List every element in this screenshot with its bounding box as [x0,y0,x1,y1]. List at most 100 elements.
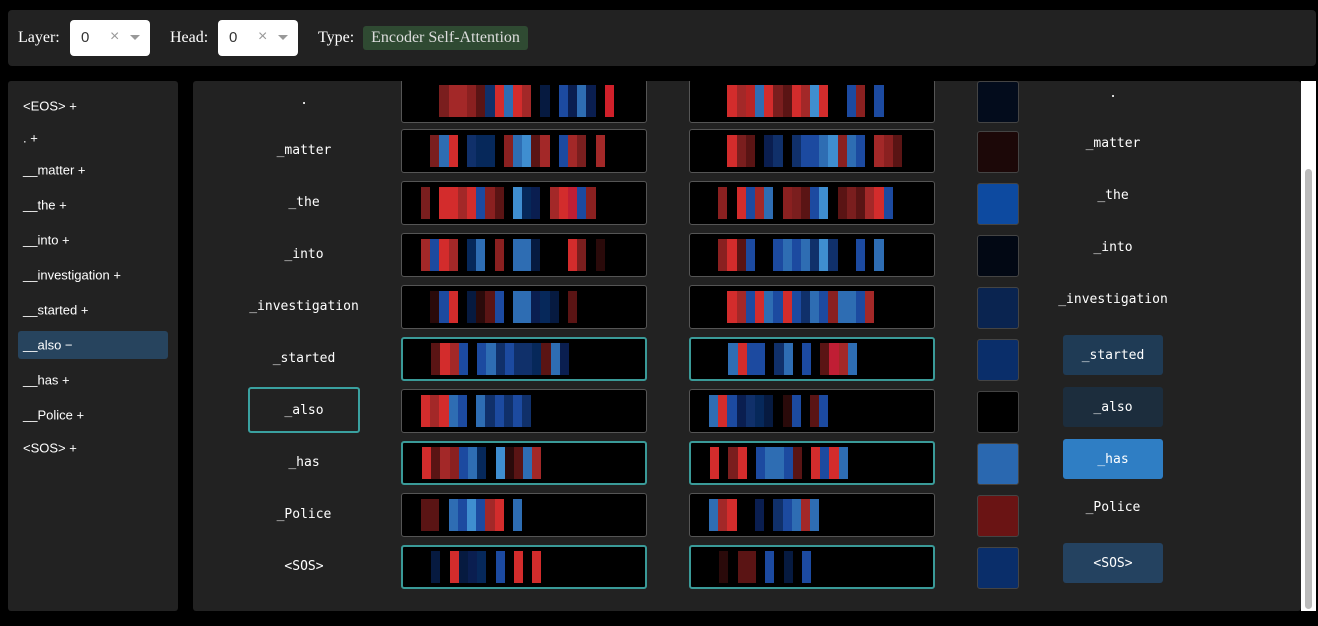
head-select[interactable]: 0 × [218,20,298,56]
sidebar-item-police[interactable]: __Police + [18,401,168,429]
output-token[interactable]: _Police [1063,487,1163,527]
heatmap-cell [801,551,812,583]
output-token[interactable]: <SOS> [1063,543,1163,583]
heatmap-cell [532,343,542,375]
input-token[interactable]: _into [248,231,360,277]
sidebar-item-eos[interactable]: <EOS> + [18,92,168,120]
input-token[interactable]: <SOS> [248,543,360,589]
sidebar-item-started[interactable]: __started + [18,296,168,324]
output-token[interactable]: _the [1063,175,1163,215]
heatmap-cell [709,291,719,323]
query-heatmap[interactable] [401,493,647,537]
query-heatmap[interactable] [401,337,647,381]
heatmap-cell [577,291,587,323]
output-token[interactable]: . [1063,81,1163,113]
sidebar-item-label: __investigation + [23,267,121,283]
heatmap-cell [754,135,765,167]
head-chevron-down-icon[interactable] [278,35,288,40]
sidebar-item-also[interactable]: __also − [18,331,168,359]
query-heatmap[interactable] [401,389,647,433]
heatmap-cell [604,187,614,219]
input-token[interactable]: _Police [248,491,360,537]
heatmap-cell [745,291,755,323]
input-token[interactable]: _started [248,335,360,381]
heatmap-cell [613,135,624,167]
query-heatmap[interactable] [401,545,647,589]
query-heatmap[interactable] [401,285,647,329]
heatmap-cell [504,343,514,375]
input-token[interactable]: _has [248,439,360,485]
key-heatmap[interactable] [689,545,935,589]
head-clear-icon[interactable]: × [258,28,267,46]
sidebar-item-period[interactable]: . + [18,124,168,152]
sidebar-item-matter[interactable]: __matter + [18,156,168,184]
layer-select[interactable]: 0 × [70,20,150,56]
heatmap-cell [736,135,746,167]
key-heatmap[interactable] [689,81,935,123]
sidebar-item-investigation[interactable]: __investigation + [18,261,168,289]
sidebar-item-has[interactable]: __has + [18,366,168,394]
layer-label: Layer: [18,29,60,46]
heatmap-cell [782,499,792,531]
sidebar-item-into[interactable]: __into + [18,226,168,254]
heatmap-cell [736,85,746,117]
key-heatmap[interactable] [689,441,935,485]
heatmap-cell [709,395,719,427]
output-token[interactable]: _investigation [1058,279,1168,319]
input-token[interactable]: _the [248,179,360,225]
layer-chevron-down-icon[interactable] [130,35,140,40]
query-heatmap[interactable] [401,441,647,485]
heatmap-cell [457,85,467,117]
heatmap-cell [457,187,467,219]
key-heatmap[interactable] [689,337,935,381]
input-token[interactable]: _investigation [248,283,360,329]
sidebar-item-the[interactable]: __the + [18,191,168,219]
query-heatmap[interactable] [401,233,647,277]
heatmap-cell [512,187,523,219]
heatmap-cell [595,187,605,219]
heatmap-cell [800,499,811,531]
key-heatmap[interactable] [689,181,935,225]
heatmap-cell [773,395,783,427]
heatmap-cell [901,135,912,167]
key-heatmap[interactable] [689,129,935,173]
output-token[interactable]: _has [1063,439,1163,479]
input-token[interactable]: _matter [248,127,360,173]
output-token[interactable]: _started [1063,335,1163,375]
heatmap-cell [540,499,550,531]
key-heatmap[interactable] [689,233,935,277]
key-heatmap[interactable] [689,389,935,433]
input-token[interactable]: . [248,81,360,123]
heatmap-cell [828,395,838,427]
heatmap-cell [764,135,774,167]
heatmap-cell [614,343,625,375]
heatmap-cell [503,85,513,117]
heatmap-cell [765,447,775,479]
output-token[interactable]: _matter [1063,123,1163,163]
key-heatmap[interactable] [689,493,935,537]
attention-weight-swatch [977,495,1019,537]
key-heatmap[interactable] [689,285,935,329]
heatmap-cell [893,551,903,583]
query-heatmap[interactable] [401,129,647,173]
heatmap-cell [754,291,765,323]
heatmap-cell [865,499,875,531]
heatmap-cell [512,239,523,271]
scrollbar-thumb[interactable] [1305,169,1312,609]
output-token[interactable]: _into [1063,227,1163,267]
sidebar-item-label: <SOS> + [23,440,77,456]
heatmap-cell [422,343,432,375]
query-heatmap[interactable] [401,181,647,225]
query-heatmap[interactable] [401,81,647,123]
heatmap-cell [773,187,783,219]
scrollbar[interactable] [1301,81,1316,611]
layer-clear-icon[interactable]: × [110,28,119,46]
heatmap-cell [901,239,912,271]
sidebar-item-sos[interactable]: <SOS> + [18,434,168,462]
heatmap-cells [421,395,624,427]
input-token[interactable]: _also [248,387,360,433]
heatmap-cell [710,343,720,375]
heatmap-cell [604,291,614,323]
heatmap-cell [458,343,468,375]
output-token[interactable]: _also [1063,387,1163,427]
